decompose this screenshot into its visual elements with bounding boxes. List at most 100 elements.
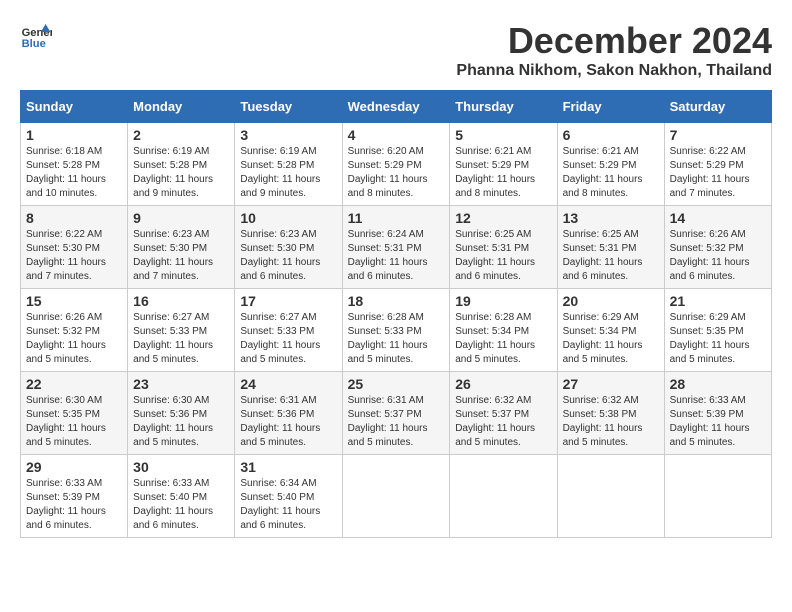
day-number: 23 [133, 376, 229, 392]
calendar-cell: 13 Sunrise: 6:25 AMSunset: 5:31 PMDayligh… [557, 206, 664, 289]
day-info: Sunrise: 6:28 AMSunset: 5:34 PMDaylight:… [455, 312, 535, 365]
day-number: 17 [240, 293, 336, 309]
day-info: Sunrise: 6:33 AMSunset: 5:40 PMDaylight:… [133, 478, 213, 531]
day-number: 21 [670, 293, 766, 309]
svg-text:Blue: Blue [22, 38, 46, 50]
day-header-thursday: Thursday [450, 91, 557, 123]
day-number: 5 [455, 127, 551, 143]
day-number: 15 [26, 293, 122, 309]
calendar-cell: 28 Sunrise: 6:33 AMSunset: 5:39 PMDayligh… [664, 372, 771, 455]
day-info: Sunrise: 6:19 AMSunset: 5:28 PMDaylight:… [133, 146, 213, 199]
calendar-week-2: 8Sunrise: 6:22 AMSunset: 5:30 PMDaylight… [21, 206, 772, 289]
day-info: Sunrise: 6:30 AMSunset: 5:36 PMDaylight:… [133, 395, 213, 448]
day-number: 19 [455, 293, 551, 309]
calendar-cell: 8Sunrise: 6:22 AMSunset: 5:30 PMDaylight… [21, 206, 128, 289]
day-number: 27 [563, 376, 659, 392]
day-info: Sunrise: 6:18 AMSunset: 5:28 PMDaylight:… [26, 146, 106, 199]
day-number: 26 [455, 376, 551, 392]
day-info: Sunrise: 6:24 AMSunset: 5:31 PMDaylight:… [348, 229, 428, 282]
day-info: Sunrise: 6:33 AMSunset: 5:39 PMDaylight:… [26, 478, 106, 531]
calendar-cell: 14Sunrise: 6:26 AMSunset: 5:32 PMDayligh… [664, 206, 771, 289]
calendar-cell: 7 Sunrise: 6:22 AMSunset: 5:29 PMDaylight… [664, 123, 771, 206]
calendar-cell: 17 Sunrise: 6:27 AMSunset: 5:33 PMDayligh… [235, 289, 342, 372]
month-title: December 2024 [456, 20, 772, 62]
day-number: 28 [670, 376, 766, 392]
calendar-cell: 25Sunrise: 6:31 AMSunset: 5:37 PMDayligh… [342, 372, 450, 455]
day-number: 3 [240, 127, 336, 143]
calendar-cell: 31Sunrise: 6:34 AMSunset: 5:40 PMDayligh… [235, 455, 342, 538]
calendar-cell: 10 Sunrise: 6:23 AMSunset: 5:30 PMDayligh… [235, 206, 342, 289]
day-info: Sunrise: 6:25 AMSunset: 5:31 PMDaylight:… [563, 229, 643, 282]
day-number: 10 [240, 210, 336, 226]
calendar-cell [450, 455, 557, 538]
calendar-cell: 29 Sunrise: 6:33 AMSunset: 5:39 PMDayligh… [21, 455, 128, 538]
day-info: Sunrise: 6:33 AMSunset: 5:39 PMDaylight:… [670, 395, 750, 448]
calendar-cell: 22 Sunrise: 6:30 AMSunset: 5:35 PMDayligh… [21, 372, 128, 455]
header-row: SundayMondayTuesdayWednesdayThursdayFrid… [21, 91, 772, 123]
day-number: 2 [133, 127, 229, 143]
day-number: 16 [133, 293, 229, 309]
day-info: Sunrise: 6:29 AMSunset: 5:34 PMDaylight:… [563, 312, 643, 365]
calendar-cell: 20 Sunrise: 6:29 AMSunset: 5:34 PMDayligh… [557, 289, 664, 372]
calendar-cell: 26Sunrise: 6:32 AMSunset: 5:37 PMDayligh… [450, 372, 557, 455]
calendar-cell: 3 Sunrise: 6:19 AMSunset: 5:28 PMDaylight… [235, 123, 342, 206]
day-number: 24 [240, 376, 336, 392]
day-info: Sunrise: 6:31 AMSunset: 5:36 PMDaylight:… [240, 395, 320, 448]
day-info: Sunrise: 6:19 AMSunset: 5:28 PMDaylight:… [240, 146, 320, 199]
day-number: 29 [26, 459, 122, 475]
day-number: 20 [563, 293, 659, 309]
day-info: Sunrise: 6:32 AMSunset: 5:38 PMDaylight:… [563, 395, 643, 448]
day-header-sunday: Sunday [21, 91, 128, 123]
header: General Blue December 2024 Phanna Nikhom… [20, 20, 772, 80]
day-info: Sunrise: 6:28 AMSunset: 5:33 PMDaylight:… [348, 312, 428, 365]
day-info: Sunrise: 6:21 AMSunset: 5:29 PMDaylight:… [455, 146, 535, 199]
calendar-cell: 21 Sunrise: 6:29 AMSunset: 5:35 PMDayligh… [664, 289, 771, 372]
calendar-cell: 15 Sunrise: 6:26 AMSunset: 5:32 PMDayligh… [21, 289, 128, 372]
day-info: Sunrise: 6:22 AMSunset: 5:30 PMDaylight:… [26, 229, 106, 282]
day-info: Sunrise: 6:23 AMSunset: 5:30 PMDaylight:… [240, 229, 320, 282]
calendar-cell: 1 Sunrise: 6:18 AMSunset: 5:28 PMDaylight… [21, 123, 128, 206]
location-title: Phanna Nikhom, Sakon Nakhon, Thailand [456, 62, 772, 80]
day-number: 31 [240, 459, 336, 475]
calendar-week-4: 22 Sunrise: 6:30 AMSunset: 5:35 PMDayligh… [21, 372, 772, 455]
logo: General Blue [20, 20, 52, 52]
calendar-cell: 30Sunrise: 6:33 AMSunset: 5:40 PMDayligh… [128, 455, 235, 538]
calendar-table: SundayMondayTuesdayWednesdayThursdayFrid… [20, 90, 772, 538]
day-info: Sunrise: 6:30 AMSunset: 5:35 PMDaylight:… [26, 395, 106, 448]
day-number: 11 [348, 210, 445, 226]
calendar-cell [557, 455, 664, 538]
day-header-wednesday: Wednesday [342, 91, 450, 123]
title-area: December 2024 Phanna Nikhom, Sakon Nakho… [456, 20, 772, 80]
calendar-cell: 23 Sunrise: 6:30 AMSunset: 5:36 PMDayligh… [128, 372, 235, 455]
calendar-week-5: 29 Sunrise: 6:33 AMSunset: 5:39 PMDayligh… [21, 455, 772, 538]
day-info: Sunrise: 6:20 AMSunset: 5:29 PMDaylight:… [348, 146, 428, 199]
calendar-week-3: 15 Sunrise: 6:26 AMSunset: 5:32 PMDayligh… [21, 289, 772, 372]
calendar-cell [342, 455, 450, 538]
calendar-cell: 11 Sunrise: 6:24 AMSunset: 5:31 PMDayligh… [342, 206, 450, 289]
day-info: Sunrise: 6:26 AMSunset: 5:32 PMDaylight:… [26, 312, 106, 365]
day-info: Sunrise: 6:23 AMSunset: 5:30 PMDaylight:… [133, 229, 213, 282]
day-header-saturday: Saturday [664, 91, 771, 123]
day-number: 7 [670, 127, 766, 143]
day-number: 25 [348, 376, 445, 392]
day-header-friday: Friday [557, 91, 664, 123]
day-number: 18 [348, 293, 445, 309]
day-number: 22 [26, 376, 122, 392]
calendar-cell: 24 Sunrise: 6:31 AMSunset: 5:36 PMDayligh… [235, 372, 342, 455]
day-info: Sunrise: 6:27 AMSunset: 5:33 PMDaylight:… [133, 312, 213, 365]
calendar-cell: 16 Sunrise: 6:27 AMSunset: 5:33 PMDayligh… [128, 289, 235, 372]
day-info: Sunrise: 6:22 AMSunset: 5:29 PMDaylight:… [670, 146, 750, 199]
day-header-monday: Monday [128, 91, 235, 123]
day-info: Sunrise: 6:29 AMSunset: 5:35 PMDaylight:… [670, 312, 750, 365]
day-number: 13 [563, 210, 659, 226]
calendar-cell: 9 Sunrise: 6:23 AMSunset: 5:30 PMDaylight… [128, 206, 235, 289]
calendar-cell: 2 Sunrise: 6:19 AMSunset: 5:28 PMDaylight… [128, 123, 235, 206]
calendar-cell: 5 Sunrise: 6:21 AMSunset: 5:29 PMDaylight… [450, 123, 557, 206]
day-header-tuesday: Tuesday [235, 91, 342, 123]
day-number: 1 [26, 127, 122, 143]
day-number: 9 [133, 210, 229, 226]
logo-icon: General Blue [20, 20, 52, 52]
day-number: 14 [670, 210, 766, 226]
day-info: Sunrise: 6:27 AMSunset: 5:33 PMDaylight:… [240, 312, 320, 365]
day-info: Sunrise: 6:21 AMSunset: 5:29 PMDaylight:… [563, 146, 643, 199]
